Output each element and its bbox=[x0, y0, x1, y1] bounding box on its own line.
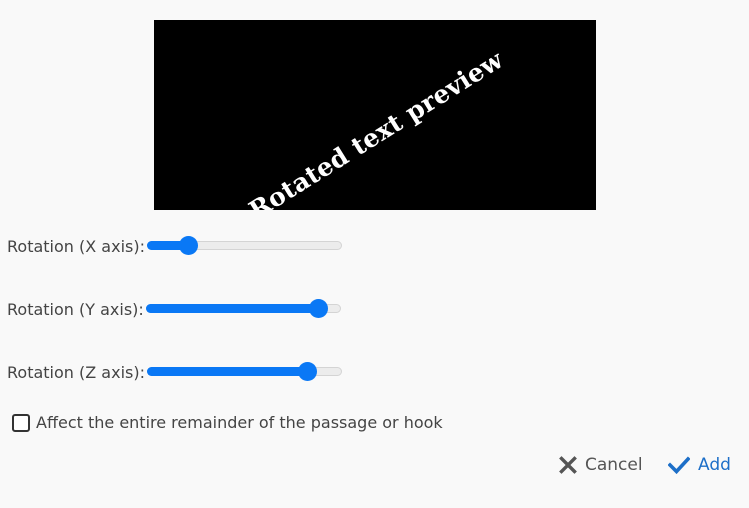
add-button[interactable]: Add bbox=[668, 455, 731, 475]
checkmark-icon bbox=[668, 456, 698, 474]
add-label: Add bbox=[698, 455, 731, 475]
preview-text: Rotated text preview bbox=[243, 44, 509, 210]
close-icon bbox=[559, 456, 585, 474]
slider-thumb[interactable] bbox=[308, 299, 328, 318]
slider-fill bbox=[146, 367, 307, 376]
preview-panel: Rotated text preview bbox=[154, 20, 596, 210]
affect-remainder-option[interactable]: Affect the entire remainder of the passa… bbox=[12, 413, 443, 432]
rotation-y-row: Rotation (Y axis): bbox=[7, 298, 341, 320]
cancel-label: Cancel bbox=[585, 455, 643, 475]
rotation-x-label: Rotation (X axis): bbox=[7, 236, 145, 256]
rotation-z-row: Rotation (Z axis): bbox=[7, 361, 342, 383]
rotation-x-slider[interactable] bbox=[146, 235, 342, 257]
slider-thumb[interactable] bbox=[297, 362, 317, 381]
rotation-x-row: Rotation (X axis): bbox=[7, 235, 342, 257]
affect-remainder-checkbox[interactable] bbox=[12, 413, 30, 432]
rotation-z-label: Rotation (Z axis): bbox=[7, 362, 145, 382]
rotate-text-dialog: Rotated text preview Rotation (X axis): … bbox=[0, 0, 749, 508]
rotation-y-slider[interactable] bbox=[145, 298, 341, 320]
cancel-button[interactable]: Cancel bbox=[559, 455, 643, 475]
rotation-z-slider[interactable] bbox=[146, 361, 342, 383]
affect-remainder-label: Affect the entire remainder of the passa… bbox=[36, 413, 443, 432]
rotation-y-label: Rotation (Y axis): bbox=[7, 299, 144, 319]
slider-fill bbox=[145, 304, 318, 313]
slider-thumb[interactable] bbox=[178, 236, 198, 255]
